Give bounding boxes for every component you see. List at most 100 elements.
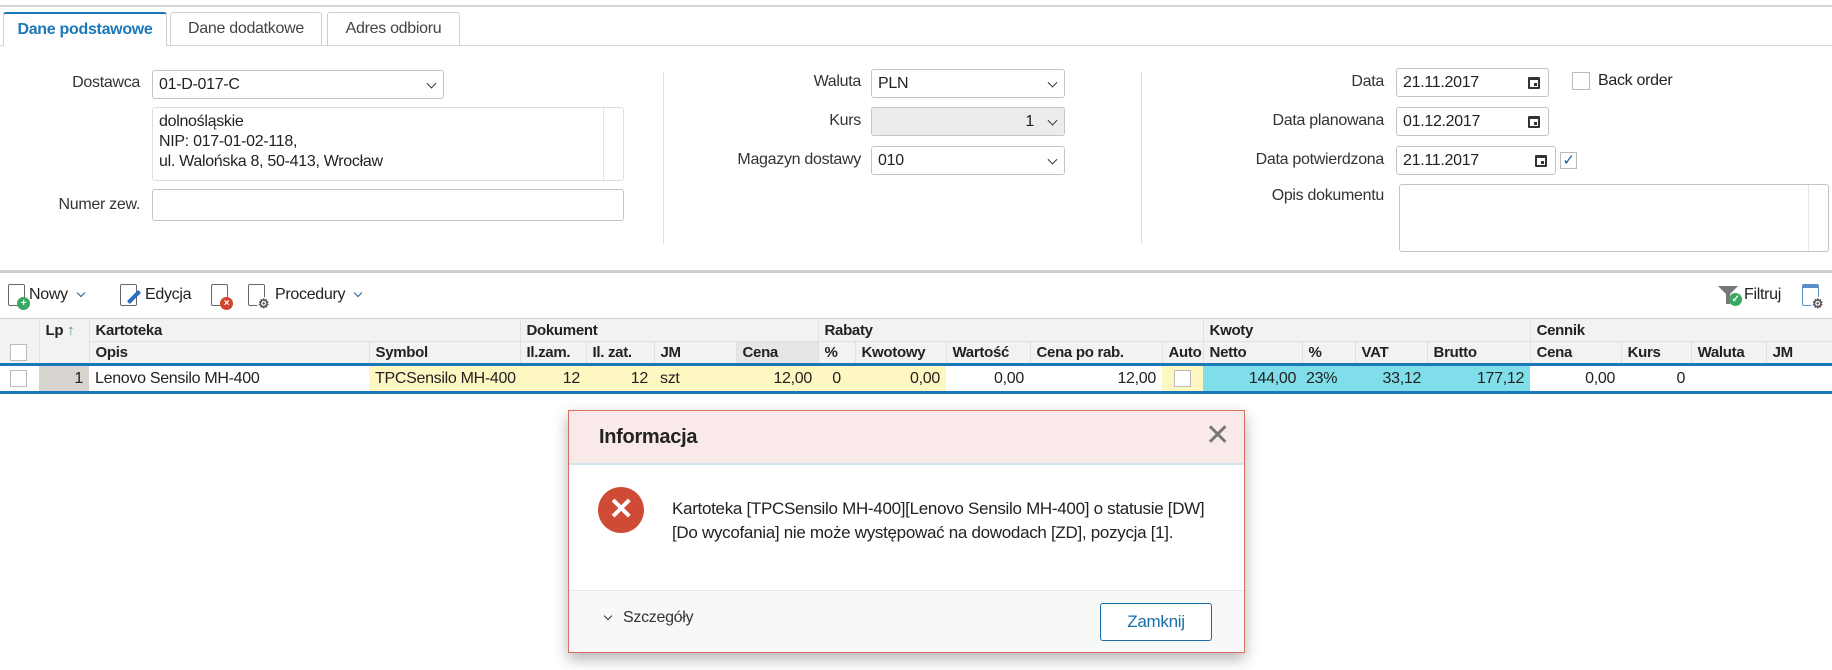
kurs-label: Kurs bbox=[829, 112, 861, 129]
back-order-checkbox[interactable] bbox=[1572, 72, 1590, 90]
waluta-value: PLN bbox=[878, 74, 909, 92]
header-cena-po-rab[interactable]: Cena po rab. bbox=[1030, 341, 1163, 365]
waluta-select[interactable]: PLN bbox=[871, 69, 1065, 98]
opis-scrollbar[interactable] bbox=[1808, 185, 1828, 251]
header-opis[interactable]: Opis bbox=[89, 341, 370, 365]
row-select[interactable] bbox=[0, 363, 39, 394]
header-cennik-cena[interactable]: Cena bbox=[1530, 341, 1622, 365]
details-label: Szczegóły bbox=[623, 609, 694, 626]
edit-document-icon bbox=[120, 284, 142, 306]
delete-button[interactable]: × bbox=[211, 282, 233, 310]
header-il-zat[interactable]: Il. zat. bbox=[586, 341, 655, 365]
chevron-down-icon[interactable] bbox=[353, 288, 363, 298]
data-potwierdzona-checkbox[interactable]: ✓ bbox=[1560, 152, 1577, 169]
cell-auto[interactable] bbox=[1162, 363, 1204, 394]
select-all-header[interactable] bbox=[0, 318, 40, 365]
section-separator bbox=[0, 270, 1832, 273]
grid-settings-icon: ⚙ bbox=[1802, 284, 1824, 310]
cell-opis[interactable]: Lenovo Sensilo MH-400 bbox=[89, 363, 369, 394]
header-cennik-waluta[interactable]: Waluta bbox=[1691, 341, 1767, 365]
cell-symbol[interactable]: TPCSensilo MH-400 bbox=[369, 363, 520, 394]
cell-cennik-kurs: 0 bbox=[1621, 363, 1692, 394]
error-icon: ✕ bbox=[598, 487, 644, 533]
procedury-label: Procedury bbox=[275, 286, 346, 303]
chevron-down-icon bbox=[426, 78, 437, 89]
cell-kwotowy[interactable]: 0,00 bbox=[855, 363, 946, 394]
calendar-icon[interactable] bbox=[1535, 154, 1547, 167]
row-checkbox[interactable] bbox=[10, 369, 27, 387]
cell-brutto: 177,12 bbox=[1427, 363, 1531, 394]
table-row[interactable]: 1 Lenovo Sensilo MH-400 TPCSensilo MH-40… bbox=[0, 363, 1832, 394]
numer-zew-label: Numer zew. bbox=[58, 196, 141, 213]
numer-zew-input[interactable] bbox=[152, 189, 624, 221]
edycja-label: Edycja bbox=[145, 286, 192, 303]
data-planowana-input[interactable]: 01.12.2017 bbox=[1396, 107, 1549, 136]
header-jm[interactable]: JM bbox=[654, 341, 737, 365]
tab-dane-podstawowe[interactable]: Dane podstawowe bbox=[3, 12, 167, 46]
calendar-icon[interactable] bbox=[1528, 76, 1540, 89]
cell-jm[interactable]: szt bbox=[654, 363, 736, 394]
cell-rabat-pct[interactable]: 0 bbox=[818, 363, 855, 394]
nowy-button[interactable]: + Nowy bbox=[8, 282, 86, 310]
header-auto[interactable]: Auto bbox=[1162, 341, 1204, 365]
header-cennik-jm[interactable]: JM bbox=[1766, 341, 1832, 365]
address-line: dolnośląskie bbox=[159, 113, 244, 130]
details-toggle[interactable]: Szczegóły bbox=[603, 609, 694, 627]
auto-checkbox[interactable] bbox=[1174, 369, 1192, 387]
top-border bbox=[0, 5, 1832, 7]
calendar-icon[interactable] bbox=[1528, 115, 1540, 128]
opis-dokumentu-textarea[interactable] bbox=[1399, 184, 1829, 252]
dialog-title: Informacja bbox=[599, 426, 698, 448]
cell-cennik-waluta bbox=[1691, 363, 1767, 394]
kurs-input[interactable]: 1 bbox=[871, 107, 1065, 136]
data-potwierdzona-input[interactable]: 21.11.2017 bbox=[1396, 146, 1556, 175]
header-netto[interactable]: Netto bbox=[1203, 341, 1303, 365]
address-box: dolnośląskie NIP: 017-01-02-118, ul. Wal… bbox=[152, 107, 624, 181]
filtruj-button[interactable]: ✓ Filtruj bbox=[1718, 282, 1781, 308]
header-cennik-kurs[interactable]: Kurs bbox=[1621, 341, 1692, 365]
header-vat-pct[interactable]: % bbox=[1302, 341, 1356, 365]
group-cennik: Cennik bbox=[1530, 318, 1832, 342]
cell-vat-pct: 23% bbox=[1302, 363, 1356, 394]
close-icon[interactable]: ✕ bbox=[1205, 421, 1230, 451]
magazyn-label: Magazyn dostawy bbox=[737, 151, 861, 168]
header-vat[interactable]: VAT bbox=[1355, 341, 1428, 365]
header-rabat-pct[interactable]: % bbox=[818, 341, 856, 365]
dialog-footer: Szczegóły Zamknij bbox=[569, 590, 1244, 652]
address-scrollbar[interactable] bbox=[603, 108, 623, 180]
dostawca-select[interactable]: 01-D-017-C bbox=[152, 70, 444, 99]
cell-wartosc: 0,00 bbox=[946, 363, 1030, 394]
data-input[interactable]: 21.11.2017 bbox=[1396, 68, 1549, 97]
data-potwierdzona-label: Data potwierdzona bbox=[1255, 151, 1385, 168]
filtruj-label: Filtruj bbox=[1744, 286, 1782, 303]
group-kartoteka: Kartoteka bbox=[89, 318, 521, 342]
header-kwotowy[interactable]: Kwotowy bbox=[855, 341, 947, 365]
tab-dane-dodatkowe[interactable]: Dane dodatkowe bbox=[170, 12, 322, 45]
cell-netto: 144,00 bbox=[1203, 363, 1303, 394]
header-cena[interactable]: Cena bbox=[736, 341, 819, 365]
header-symbol[interactable]: Symbol bbox=[369, 341, 521, 365]
header-wartosc[interactable]: Wartość bbox=[946, 341, 1031, 365]
group-dokument: Dokument bbox=[520, 318, 819, 342]
tab-adres-odbioru[interactable]: Adres odbioru bbox=[327, 12, 460, 45]
grid-settings-button[interactable]: ⚙ bbox=[1802, 282, 1824, 310]
address-line: NIP: 017-01-02-118, bbox=[159, 133, 298, 150]
data-value: 21.11.2017 bbox=[1403, 73, 1479, 91]
chevron-down-icon[interactable] bbox=[76, 288, 86, 298]
header-il-zam[interactable]: Il.zam. bbox=[520, 341, 587, 365]
column-divider bbox=[1141, 72, 1142, 244]
zamknij-button[interactable]: Zamknij bbox=[1100, 603, 1212, 641]
header-brutto[interactable]: Brutto bbox=[1427, 341, 1531, 365]
select-all-checkbox[interactable] bbox=[10, 344, 27, 361]
cell-il-zat[interactable]: 12 bbox=[586, 363, 654, 394]
delete-document-icon: × bbox=[211, 284, 233, 310]
header-lp[interactable]: Lp ↑ bbox=[39, 318, 90, 365]
data-label: Data bbox=[1351, 73, 1384, 90]
magazyn-select[interactable]: 010 bbox=[871, 146, 1065, 175]
edycja-button[interactable]: Edycja bbox=[120, 282, 192, 308]
cell-cena[interactable]: 12,00 bbox=[736, 363, 818, 394]
group-rabaty: Rabaty bbox=[818, 318, 1204, 342]
cell-il-zam[interactable]: 12 bbox=[520, 363, 586, 394]
column-divider bbox=[663, 72, 664, 244]
procedury-button[interactable]: ⚙ Procedury bbox=[248, 282, 363, 310]
